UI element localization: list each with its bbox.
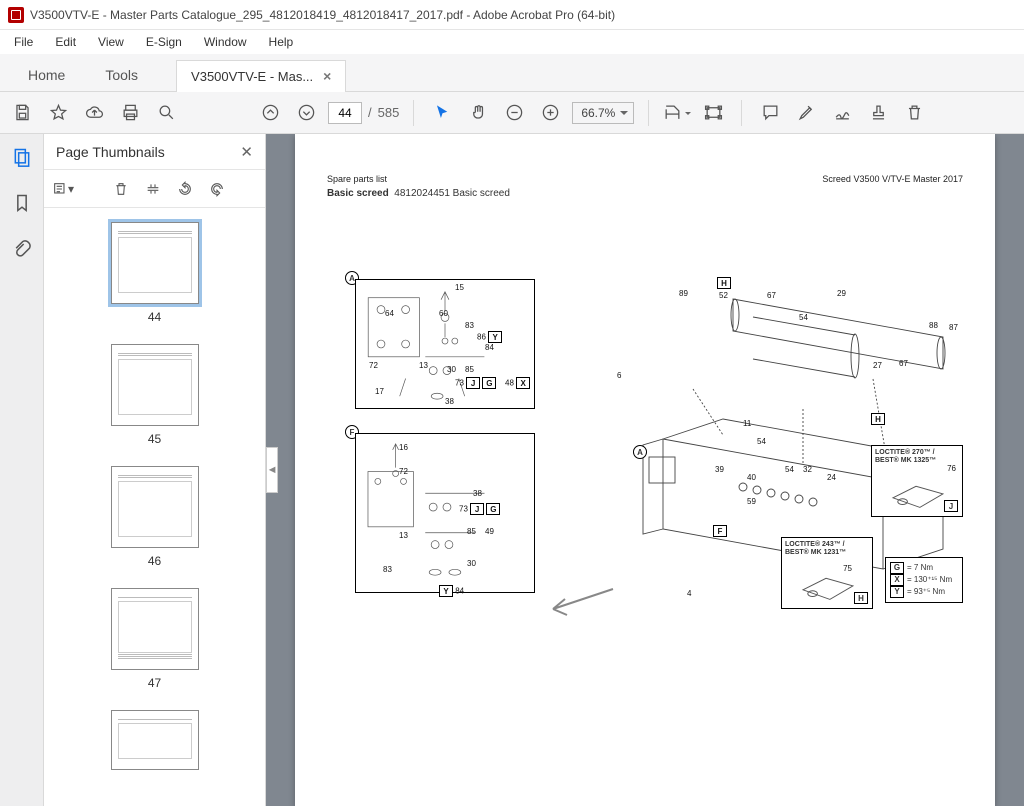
search-icon[interactable]	[152, 99, 180, 127]
menu-help[interactable]: Help	[259, 32, 304, 52]
trash-icon[interactable]	[900, 99, 928, 127]
window-title: V3500VTV-E - Master Parts Catalogue_295_…	[30, 8, 615, 22]
page-title: Basic screed 4812024451 Basic screed	[327, 188, 963, 199]
zoom-select[interactable]: 66.7%	[572, 102, 634, 124]
menu-file[interactable]: File	[4, 32, 43, 52]
page-header-left: Spare parts list	[327, 174, 387, 184]
save-icon[interactable]	[8, 99, 36, 127]
loctite-panel-1: LOCTITE® 270™ / BEST® MK 1325™ 76 J	[871, 445, 963, 517]
thumb-options-icon[interactable]: ▾	[52, 178, 74, 200]
thumb-trash-icon[interactable]	[110, 178, 132, 200]
left-rail	[0, 134, 44, 806]
thumbnails-icon[interactable]	[11, 146, 33, 168]
parts-diagram: A	[327, 269, 963, 749]
hand-icon[interactable]	[464, 99, 492, 127]
thumbnails-list[interactable]: 44 45 46 47	[44, 208, 265, 806]
page-down-icon[interactable]	[292, 99, 320, 127]
comment-icon[interactable]	[756, 99, 784, 127]
close-icon[interactable]: ×	[323, 68, 331, 84]
close-panel-icon[interactable]: ✕	[240, 143, 253, 161]
tab-home[interactable]: Home	[8, 59, 85, 91]
main-area: Page Thumbnails ✕ ▾ 44 45 46	[0, 134, 1024, 806]
menu-window[interactable]: Window	[194, 32, 257, 52]
attach-icon[interactable]	[11, 238, 33, 260]
thumb-toolbar: ▾	[44, 170, 265, 208]
document-area[interactable]: ◄ Spare parts list Screed V3500 V/TV-E M…	[266, 134, 1024, 806]
star-icon[interactable]	[44, 99, 72, 127]
page-number-box: / 585	[328, 102, 399, 124]
panel-splitter[interactable]: ◄	[266, 447, 278, 493]
thumbnail-46[interactable]: 46	[44, 466, 265, 568]
zoom-out-icon[interactable]	[500, 99, 528, 127]
thumbnails-title: Page Thumbnails	[56, 144, 165, 160]
crop-icon[interactable]	[663, 99, 691, 127]
toolbar: / 585 66.7%	[0, 92, 1024, 134]
frame-icon[interactable]	[699, 99, 727, 127]
tab-document[interactable]: V3500VTV-E - Mas... ×	[176, 60, 346, 92]
pdf-icon	[8, 7, 24, 23]
pdf-page: Spare parts list Screed V3500 V/TV-E Mas…	[295, 134, 995, 806]
thumb-rotate-ccw-icon[interactable]	[174, 178, 196, 200]
tab-tools[interactable]: Tools	[85, 59, 158, 91]
thumbnail-47[interactable]: 47	[44, 588, 265, 690]
menu-view[interactable]: View	[88, 32, 134, 52]
menubar: File Edit View E-Sign Window Help	[0, 30, 1024, 54]
page-header-right: Screed V3500 V/TV-E Master 2017	[822, 174, 963, 184]
thumbnail-44[interactable]: 44	[44, 222, 265, 324]
zoom-in-icon[interactable]	[536, 99, 564, 127]
cloud-upload-icon[interactable]	[80, 99, 108, 127]
tab-document-label: V3500VTV-E - Mas...	[191, 69, 313, 84]
tab-row: Home Tools V3500VTV-E - Mas... ×	[0, 54, 1024, 92]
thumb-insert-icon[interactable]	[142, 178, 164, 200]
menu-esign[interactable]: E-Sign	[136, 32, 192, 52]
pointer-icon[interactable]	[428, 99, 456, 127]
highlight-icon[interactable]	[792, 99, 820, 127]
menu-edit[interactable]: Edit	[45, 32, 86, 52]
total-pages: 585	[378, 105, 400, 120]
thumbnail-45[interactable]: 45	[44, 344, 265, 446]
page-up-icon[interactable]	[256, 99, 284, 127]
titlebar: V3500VTV-E - Master Parts Catalogue_295_…	[0, 0, 1024, 30]
bookmark-icon[interactable]	[11, 192, 33, 214]
print-icon[interactable]	[116, 99, 144, 127]
page-sep: /	[368, 105, 372, 120]
current-page-input[interactable]	[328, 102, 362, 124]
loctite-panel-2: LOCTITE® 243™ / BEST® MK 1231™ 75 H	[781, 537, 873, 609]
stamp-icon[interactable]	[864, 99, 892, 127]
thumbnails-panel: Page Thumbnails ✕ ▾ 44 45 46	[44, 134, 266, 806]
thumb-rotate-cw-icon[interactable]	[206, 178, 228, 200]
sign-icon[interactable]	[828, 99, 856, 127]
torque-panel: G= 7 Nm X= 130⁺¹⁵ Nm Y= 93⁺⁵ Nm	[885, 557, 963, 603]
thumbnail-next[interactable]	[44, 710, 265, 770]
